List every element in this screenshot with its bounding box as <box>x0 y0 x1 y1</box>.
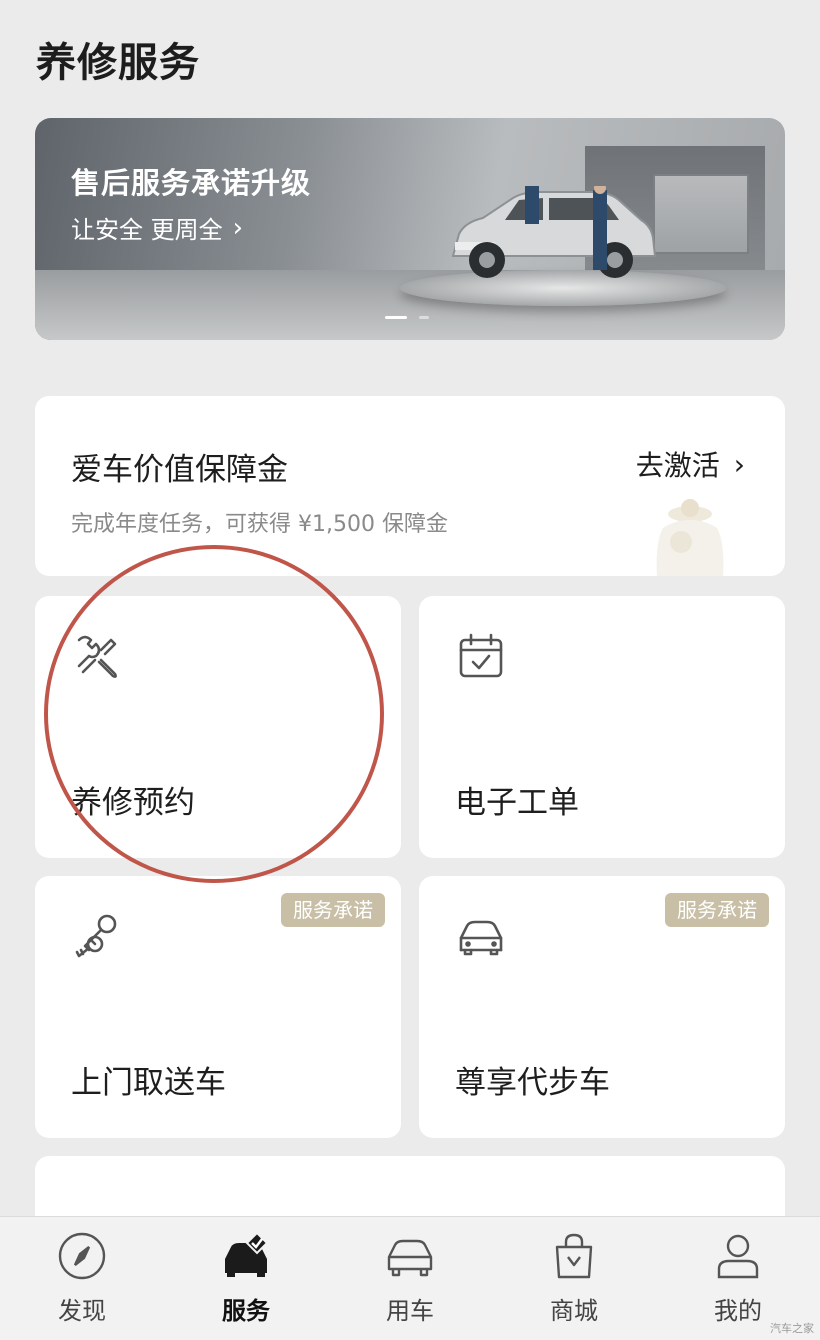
activate-label: 去激活 <box>635 449 720 482</box>
wrench-screwdriver-icon <box>77 635 117 678</box>
tile-label: 尊享代步车 <box>455 1065 610 1101</box>
tile-label: 上门取送车 <box>71 1065 226 1101</box>
promo-banner[interactable]: 售后服务承诺升级 让安全 更周全 › <box>35 118 785 340</box>
tile-label: 电子工单 <box>455 785 579 821</box>
nav-label: 服务 <box>222 1297 270 1325</box>
tile-courtesy-car[interactable]: 服务承诺 尊享代步车 <box>419 876 785 1138</box>
nav-item-me[interactable]: 我的 <box>678 1217 798 1326</box>
calendar-check-icon <box>459 633 503 678</box>
car-front-icon <box>459 920 503 956</box>
banner-car-image <box>451 186 657 278</box>
value-card-title: 爱车价值保障金 <box>71 452 288 488</box>
coin-jar-icon <box>656 499 724 576</box>
tile-pickup-delivery[interactable]: 服务承诺 上门取送车 <box>35 876 401 1138</box>
banner-subtitle: 让安全 更周全 <box>71 216 223 244</box>
shopping-bag-icon <box>555 1233 593 1279</box>
chevron-right-icon: › <box>733 447 745 481</box>
banner-subtitle-link[interactable]: 让安全 更周全 › <box>71 210 243 245</box>
bottom-nav: 发现 服务 用车 商城 我的 <box>0 1216 820 1340</box>
page-title: 养修服务 <box>36 40 200 86</box>
car-icon <box>387 1239 433 1277</box>
watermark: 汽车之家 <box>770 1322 814 1335</box>
service-promise-badge: 服务承诺 <box>665 893 769 927</box>
value-card-subtitle: 完成年度任务，可获得 ¥1,500 保障金 <box>71 512 448 537</box>
carousel-dot[interactable] <box>419 316 429 319</box>
nav-label: 我的 <box>714 1297 762 1325</box>
car-service-icon <box>225 1231 269 1277</box>
service-promise-badge: 服务承诺 <box>281 893 385 927</box>
tile-maintenance-booking[interactable]: 养修预约 <box>35 596 401 858</box>
activate-button[interactable]: 去激活 › <box>636 444 745 484</box>
value-guarantee-card[interactable]: 爱车价值保障金 完成年度任务，可获得 ¥1,500 保障金 去激活 › <box>35 396 785 576</box>
tile-label: 养修预约 <box>71 785 195 821</box>
chevron-right-icon: › <box>232 212 244 243</box>
user-icon <box>717 1234 759 1279</box>
nav-label: 用车 <box>386 1297 434 1325</box>
nav-item-service[interactable]: 服务 <box>186 1217 306 1326</box>
keys-icon <box>75 914 117 958</box>
carousel-dot-active[interactable] <box>385 316 407 319</box>
banner-title: 售后服务承诺升级 <box>71 166 312 200</box>
nav-item-car[interactable]: 用车 <box>350 1217 470 1326</box>
tile-electronic-work-order[interactable]: 电子工单 <box>419 596 785 858</box>
nav-item-mall[interactable]: 商城 <box>514 1217 634 1326</box>
banner-garage-door-graphic <box>653 174 749 254</box>
nav-label: 发现 <box>58 1297 106 1325</box>
nav-item-discover[interactable]: 发现 <box>22 1217 142 1326</box>
nav-label: 商城 <box>550 1297 598 1325</box>
carousel-indicator[interactable] <box>385 316 429 319</box>
compass-icon <box>58 1232 106 1280</box>
